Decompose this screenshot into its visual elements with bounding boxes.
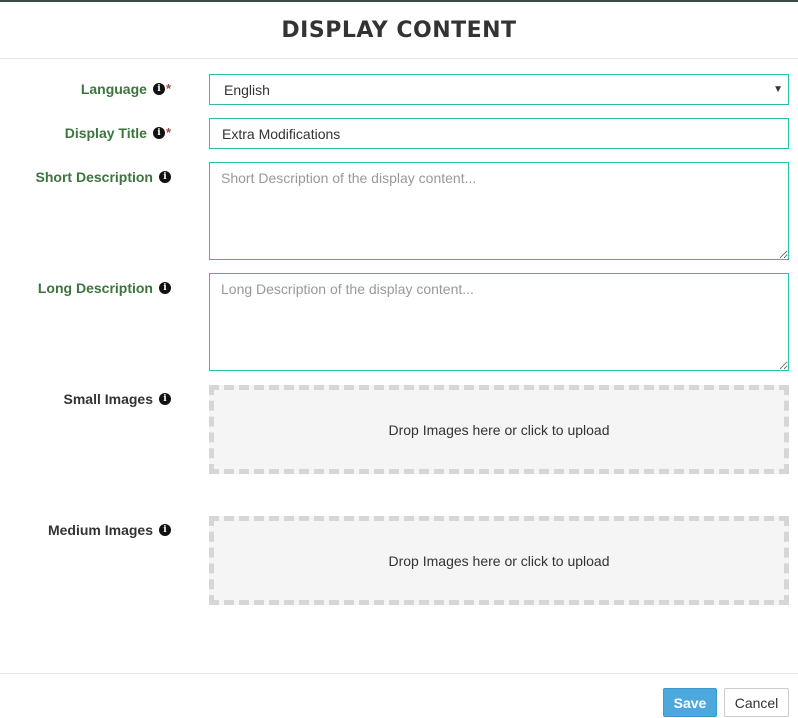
cancel-button[interactable]: Cancel	[724, 688, 789, 717]
info-icon[interactable]: i	[159, 282, 171, 294]
display-content-modal: DISPLAY CONTENT Language i * English ▼ D…	[0, 0, 798, 718]
modal-footer: Save Cancel	[0, 673, 798, 718]
display-title-label-text: Display Title	[64, 125, 147, 141]
required-mark: *	[165, 124, 171, 140]
language-select[interactable]: English ▼	[209, 74, 789, 105]
long-description-textarea[interactable]	[209, 273, 789, 371]
modal-header: DISPLAY CONTENT	[0, 2, 798, 59]
long-description-label: Long Description i	[38, 280, 171, 296]
modal-title: DISPLAY CONTENT	[281, 17, 517, 43]
medium-images-label: Medium Images i	[48, 522, 171, 538]
info-icon[interactable]: i	[159, 171, 171, 183]
required-mark: *	[165, 80, 171, 96]
small-images-label-text: Small Images	[63, 391, 154, 407]
language-select-value: English	[224, 81, 270, 98]
dropzone-text: Drop Images here or click to upload	[388, 421, 610, 438]
dropzone-text: Drop Images here or click to upload	[388, 552, 610, 569]
info-icon[interactable]: i	[152, 83, 165, 95]
medium-images-label-text: Medium Images	[47, 522, 153, 538]
short-description-label-text: Short Description	[35, 169, 153, 185]
display-title-input[interactable]	[209, 118, 789, 149]
short-description-label: Short Description i	[36, 169, 171, 185]
short-description-textarea[interactable]	[209, 162, 789, 260]
language-label: Language i *	[80, 80, 171, 98]
small-images-dropzone[interactable]: Drop Images here or click to upload	[209, 385, 789, 474]
info-icon[interactable]: i	[152, 127, 165, 139]
display-title-label: Display Title i *	[64, 124, 171, 142]
info-icon[interactable]: i	[159, 524, 171, 536]
language-label-text: Language	[80, 81, 147, 97]
info-icon[interactable]: i	[159, 393, 171, 405]
small-images-label: Small Images i	[63, 391, 171, 407]
save-button[interactable]: Save	[663, 688, 717, 717]
chevron-down-icon: ▼	[773, 84, 783, 95]
medium-images-dropzone[interactable]: Drop Images here or click to upload	[209, 516, 789, 605]
long-description-label-text: Long Description	[37, 280, 153, 296]
